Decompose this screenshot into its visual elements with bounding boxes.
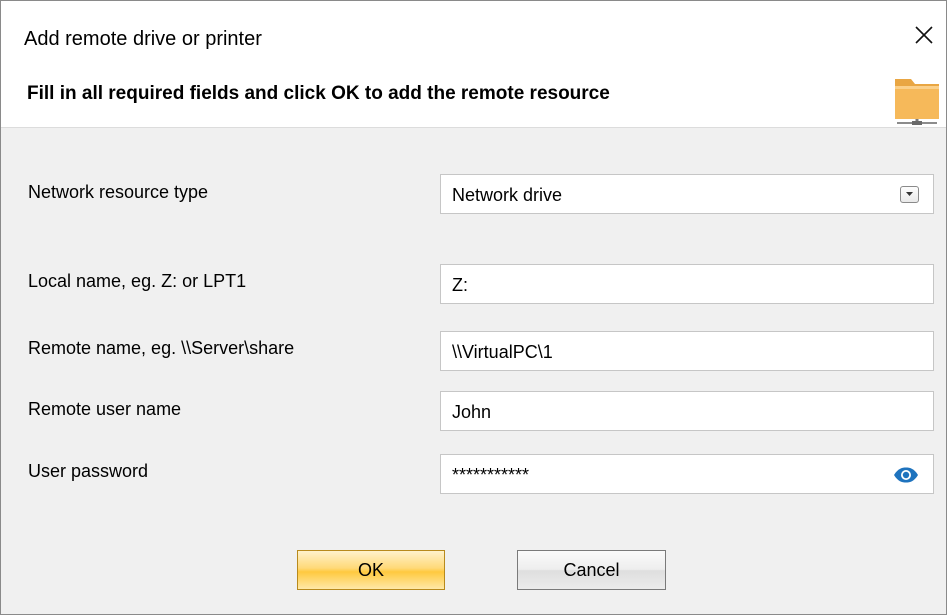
local-name-field[interactable]: Z:	[440, 264, 934, 304]
password-label: User password	[28, 461, 149, 481]
eye-icon[interactable]	[893, 467, 919, 483]
remote-name-label: Remote name, eg. \\Server\share	[28, 338, 295, 358]
dialog-title: Add remote drive or printer	[24, 28, 262, 50]
resource-type-label: Network resource type	[28, 182, 209, 202]
password-field[interactable]: ***********	[440, 454, 934, 494]
remote-name-field[interactable]: \\VirtualPC\1	[440, 331, 934, 371]
cancel-button[interactable]: Cancel	[517, 550, 666, 590]
add-remote-resource-dialog: Add remote drive or printer Fill in all …	[0, 0, 947, 615]
password-value: ***********	[452, 465, 530, 485]
close-button[interactable]	[906, 17, 942, 53]
remote-user-label: Remote user name	[28, 399, 182, 419]
remote-user-value: John	[452, 402, 492, 422]
local-name-label: Local name, eg. Z: or LPT1	[28, 271, 247, 291]
close-icon	[915, 26, 933, 44]
ok-button[interactable]: OK	[297, 550, 445, 590]
instruction-text: Fill in all required fields and click OK…	[27, 83, 610, 104]
chevron-down-icon	[906, 192, 913, 196]
network-folder-icon	[895, 79, 939, 125]
dialog-header: Add remote drive or printer Fill in all …	[1, 1, 946, 128]
remote-name-value: \\VirtualPC\1	[452, 342, 553, 362]
local-name-value: Z:	[452, 275, 468, 295]
resource-type-select[interactable]: Network drive	[440, 174, 934, 214]
remote-user-field[interactable]: John	[440, 391, 934, 431]
dropdown-button[interactable]	[900, 186, 919, 203]
resource-type-value: Network drive	[452, 185, 563, 205]
